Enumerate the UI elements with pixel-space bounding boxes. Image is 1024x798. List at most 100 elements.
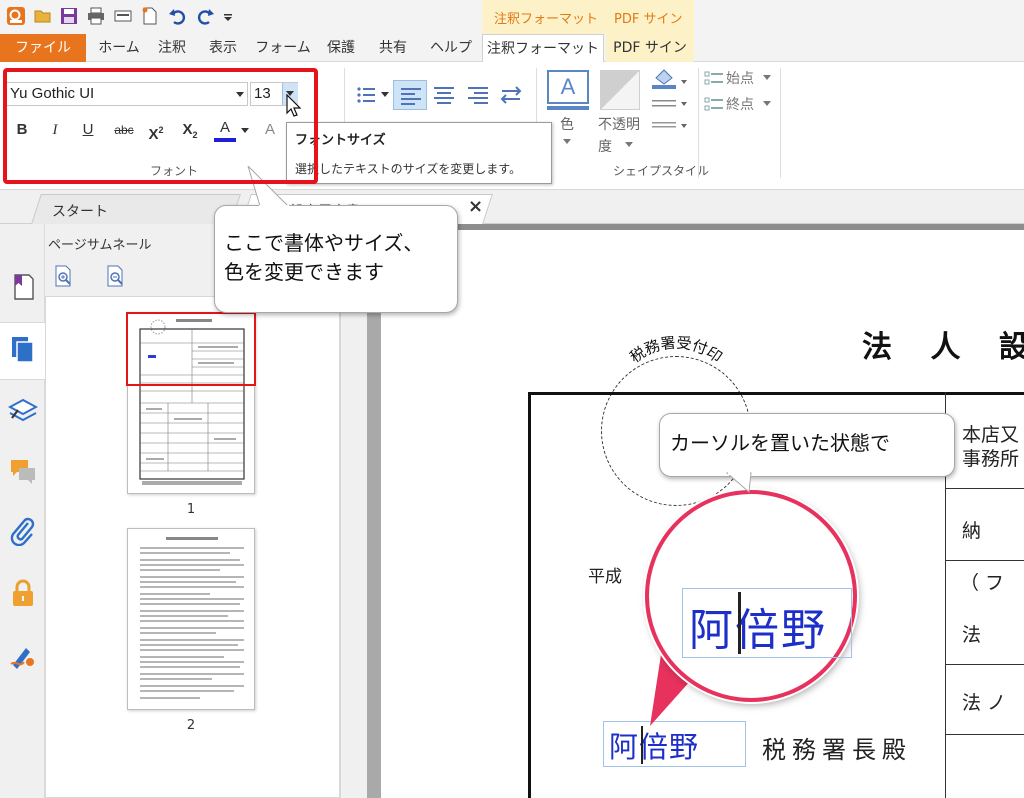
line-style-icons[interactable] <box>650 68 690 130</box>
end-point-dropdown-icon[interactable] <box>763 101 771 106</box>
tab-annotation[interactable]: 注釈 <box>150 34 194 62</box>
subscript-mark: 2 <box>192 130 198 140</box>
tab-start-label: スタート <box>52 204 108 220</box>
magnified-text-caret <box>738 592 741 654</box>
ribbon-tabs: ファイル ホーム 注釈 表示 フォーム 保護 共有 ヘルプ 注釈フォーマット P… <box>0 34 1024 63</box>
zoom-in-page-icon[interactable] <box>53 264 75 288</box>
tab-help[interactable]: ヘルプ <box>422 34 480 62</box>
tab-pdf-sign[interactable]: PDF サイン <box>606 34 694 62</box>
era-label: 平成 <box>588 567 622 587</box>
opacity-label-line1: 不透明 <box>598 117 640 133</box>
thumbnail-scrollbar[interactable] <box>340 296 367 798</box>
align-center-icon[interactable] <box>433 85 455 105</box>
cursor-callout-tail <box>725 472 752 494</box>
tab-protect[interactable]: 保護 <box>318 34 364 62</box>
group-separator <box>698 68 699 178</box>
context-label-annotation-format: 注釈フォーマット <box>494 12 599 27</box>
start-point-label[interactable]: 始点 <box>726 68 754 88</box>
tab-view[interactable]: 表示 <box>200 34 246 62</box>
text-direction-icon[interactable] <box>500 85 522 105</box>
context-label-pdf-sign: PDF サイン <box>614 12 683 27</box>
page-thumbnail-2[interactable] <box>127 528 255 710</box>
open-folder-icon[interactable] <box>33 6 53 26</box>
save-icon[interactable] <box>59 6 79 26</box>
page-number-2: 2 <box>186 718 196 733</box>
text-caret <box>641 726 643 764</box>
tab-file[interactable]: ファイル <box>0 34 86 62</box>
form-row-line <box>946 560 1024 561</box>
app-logo-icon[interactable] <box>6 6 26 26</box>
tax-office-suffix: 税務署長殿 <box>762 736 912 764</box>
start-point-dropdown-icon[interactable] <box>763 75 771 80</box>
lock-icon[interactable] <box>8 578 38 608</box>
font-color-bar <box>214 138 236 142</box>
page-thumbnail-1[interactable] <box>127 312 255 494</box>
superscript-label: X <box>148 126 159 143</box>
strikethrough-button[interactable]: abc <box>108 118 140 142</box>
tab-annotation-format[interactable]: 注釈フォーマット <box>482 34 604 63</box>
font-callout-tail <box>247 166 290 210</box>
attachment-icon[interactable] <box>8 516 38 546</box>
bullet-dropdown-icon[interactable] <box>381 92 389 97</box>
pages-icon[interactable] <box>8 334 38 364</box>
redo-icon[interactable] <box>195 6 215 26</box>
thumbnail-panel-title: ページサムネール <box>48 238 152 253</box>
bookmark-icon[interactable] <box>8 272 38 302</box>
font-color-label: A <box>219 119 230 136</box>
superscript-button[interactable]: X2 <box>144 118 168 143</box>
print-icon[interactable] <box>86 6 106 26</box>
start-point-icon[interactable] <box>704 70 724 86</box>
bullet-list-icon[interactable] <box>356 84 378 106</box>
zoom-out-page-icon[interactable] <box>105 264 127 288</box>
tab-home[interactable]: ホーム <box>88 34 150 62</box>
color-label: 色 <box>560 117 574 133</box>
align-left-button[interactable] <box>393 80 427 110</box>
scan-icon[interactable] <box>113 6 133 26</box>
font-size-tooltip: フォントサイズ 選択したテキストのサイズを変更します。 <box>286 122 552 184</box>
layers-icon[interactable] <box>8 396 38 426</box>
color-dropdown-icon[interactable] <box>563 139 571 144</box>
underline-button[interactable]: U <box>76 118 100 142</box>
page-number-1: 1 <box>186 502 196 517</box>
subscript-label: X <box>182 121 193 138</box>
tab-share[interactable]: 共有 <box>370 34 416 62</box>
cell-furigana: （ フ <box>960 572 1005 594</box>
fill-color-bar <box>547 106 589 110</box>
svg-text:税務署受付印: 税務署受付印 <box>627 336 726 367</box>
italic-button[interactable]: I <box>43 118 67 142</box>
subscript-button[interactable]: X2 <box>178 118 202 142</box>
undo-icon[interactable] <box>168 6 188 26</box>
close-tab-icon[interactable]: × <box>468 196 483 217</box>
tab-form[interactable]: フォーム <box>252 34 314 62</box>
fill-color-button[interactable]: A <box>547 70 589 104</box>
cursor-callout-text: カーソルを置いた状態で <box>670 431 890 455</box>
align-right-icon[interactable] <box>467 85 489 105</box>
end-point-icon[interactable] <box>704 96 724 112</box>
signature-icon[interactable] <box>8 640 38 670</box>
stamp-label: 税務署受付印 <box>627 336 726 367</box>
opacity-label: 不透明度 <box>598 114 640 158</box>
font-callout-line1: ここで書体やサイズ、 <box>224 231 424 255</box>
cell-hou-name: 法 ノ <box>962 692 1007 714</box>
font-name-dropdown-icon[interactable] <box>236 92 244 97</box>
customize-qat-icon[interactable] <box>222 6 234 26</box>
font-name-combobox[interactable]: Yu Gothic UI <box>6 82 248 106</box>
page-thumbnail-2-content <box>140 537 244 699</box>
align-left-icon <box>401 88 421 105</box>
char-spacing-button[interactable]: A <box>258 118 282 142</box>
end-point-label[interactable]: 終点 <box>726 94 754 114</box>
bold-button[interactable]: B <box>10 118 34 142</box>
font-color-button[interactable]: A <box>212 118 238 142</box>
tax-office-name-value: 阿倍野 <box>609 730 700 764</box>
font-callout-line2: 色を変更できます <box>224 260 384 284</box>
new-doc-icon[interactable] <box>140 6 160 26</box>
comments-icon[interactable] <box>8 456 38 486</box>
opacity-swatch[interactable] <box>600 70 640 110</box>
font-group-label: フォント <box>150 164 199 178</box>
document-tab-strip: スタート 法人設立届出書.pdf × <box>0 190 1024 224</box>
mouse-cursor-icon <box>286 94 302 117</box>
stamp-label-arc: 税務署受付印 <box>627 336 726 367</box>
font-color-dropdown-icon[interactable] <box>241 128 249 133</box>
opacity-dropdown-icon[interactable] <box>625 142 633 147</box>
cell-hou: 法 <box>962 624 982 646</box>
